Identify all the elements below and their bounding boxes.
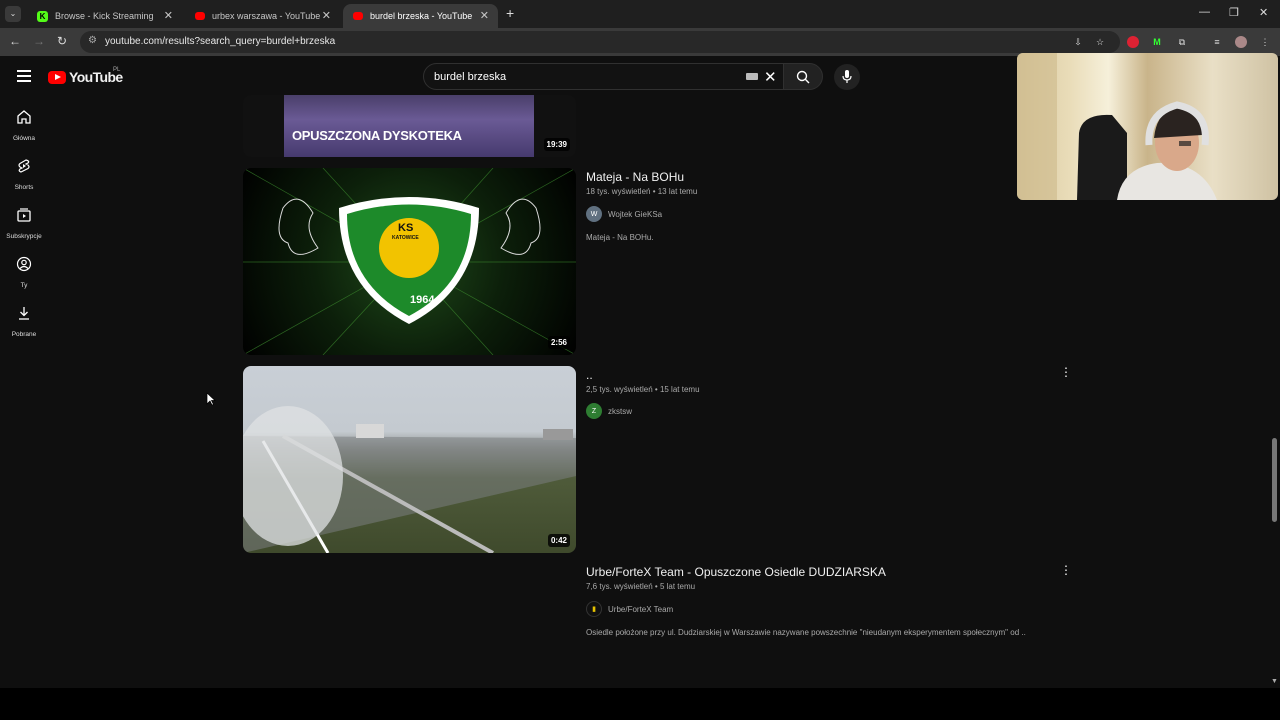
extensions-puzzle-icon[interactable]: ⧉ [1176,36,1188,48]
more-options-icon[interactable]: ⋮ [1060,563,1072,577]
tab-search-button[interactable]: ⌄ [5,6,21,22]
search-button[interactable] [783,63,823,90]
back-icon[interactable]: ← [9,34,21,48]
channel-link[interactable]: W Wojtek GieKSa [586,206,662,222]
search-query-text: burdel brzeska [434,71,507,83]
tab-urbex[interactable]: urbex warszawa - YouTube ✕ [185,4,340,28]
streamer-silhouette [1017,53,1217,200]
browser-toolbar: ← → ↻ ⚙ youtube.com/results?search_query… [0,28,1280,56]
sidebar-item-label: Główna [12,135,36,142]
channel-name: zkstsw [608,406,632,416]
tab-label: burdel brzeska - YouTube [370,11,473,21]
you-icon [16,256,32,272]
video-duration: 0:42 [547,534,570,547]
channel-name: Wojtek GieKSa [608,209,663,219]
forward-icon[interactable]: → [33,34,45,48]
scroll-down-arrow-icon[interactable]: ▼ [1271,678,1278,685]
page-scrollbar[interactable] [1270,56,1280,688]
video-title[interactable]: Mateja - Na BOHu [586,170,684,184]
extension-m-icon[interactable]: M [1151,36,1163,48]
bookmark-star-icon[interactable]: ☆ [1094,36,1106,48]
channel-avatar: Z [586,403,602,419]
site-info-icon[interactable]: ⚙ [88,35,97,46]
thumbnail-caption: OPUSZCZONA DYSKOTEKA [292,128,462,143]
channel-avatar: ▮ [586,601,602,617]
video-meta: 18 tys. wyświetleń • 13 lat temu [586,187,698,196]
video-duration: 19:39 [543,138,570,151]
window-close-icon[interactable]: ✕ [1259,6,1268,19]
sidebar-item-label: Subskrypcje [6,233,42,240]
sidebar-item-label: Ty [20,282,28,289]
video-description: Mateja - Na BOHu. [586,233,654,242]
badge-text-katowice: KATOWICE [392,235,419,241]
tab-label: Browse - Kick Streaming [55,11,154,21]
address-bar[interactable]: ⚙ youtube.com/results?search_query=burde… [80,31,1120,53]
tab-label: urbex warszawa - YouTube [212,11,321,21]
scrollbar-thumb[interactable] [1272,438,1277,522]
search-icon [796,70,810,84]
close-icon[interactable]: ✕ [480,9,489,22]
subscriptions-icon [17,208,31,222]
keyboard-icon[interactable] [746,73,758,80]
close-icon[interactable]: ✕ [164,9,173,22]
thumbnail-image: OPUSZCZONA DYSKOTEKA [284,95,534,157]
video-thumbnail[interactable]: KS KATOWICE 1964 2:56 [243,168,576,355]
channel-link[interactable]: ▮ Urbe/ForteX Team [586,601,673,617]
sidebar-item-home[interactable]: Główna [0,109,48,142]
sidebar-item-downloads[interactable]: Pobrane [0,305,48,338]
country-code: PL [113,67,121,73]
sidebar-item-subscriptions[interactable]: Subskrypcje [0,207,48,240]
extension-red-icon[interactable] [1127,36,1139,48]
youtube-logo[interactable]: YouTube [48,69,123,85]
video-meta: 2,5 tys. wyświetleń • 15 lat temu [586,385,700,394]
mouse-cursor-icon [206,392,216,406]
sidebar-item-shorts[interactable]: Shorts [0,158,48,191]
youtube-sidebar: Główna Shorts Subskrypcje Ty Pobrane [0,56,48,696]
browser-menu-icon[interactable]: ⋮ [1259,36,1271,48]
video-title[interactable]: Urbe/ForteX Team - Opuszczone Osiedle DU… [586,565,886,579]
video-meta: 7,6 tys. wyświetleń • 5 lat temu [586,582,696,591]
video-duration: 2:56 [547,336,570,349]
channel-name: Urbe/ForteX Team [608,604,674,614]
minimize-icon[interactable]: — [1199,6,1210,18]
webcam-overlay [1017,53,1278,200]
thumbnail-image [243,168,576,355]
reload-icon[interactable]: ↻ [57,34,67,48]
kick-icon: K [37,10,48,22]
voice-search-button[interactable] [834,64,860,90]
profile-avatar[interactable] [1235,36,1247,48]
sidebar-item-you[interactable]: Ty [0,256,48,289]
badge-text-ks: KS [398,222,414,234]
video-title[interactable]: .. [586,368,593,382]
browser-tab-bar: ⌄ K Browse - Kick Streaming ✕ urbex wars… [0,0,1280,28]
video-thumbnail[interactable]: OPUSZCZONA DYSKOTEKA 19:39 [243,95,576,157]
sidebar-item-label: Pobrane [11,331,37,338]
tab-burdel-brzeska[interactable]: burdel brzeska - YouTube ✕ [343,4,498,28]
url-text: youtube.com/results?search_query=burdel+… [105,36,336,47]
youtube-icon [195,12,205,20]
thumbnail-image [243,406,576,553]
search-input[interactable]: burdel brzeska ✕ [423,63,784,90]
channel-avatar: W [586,206,602,222]
video-thumbnail[interactable]: 0:42 [243,366,576,553]
sidebar-item-label: Shorts [14,184,34,191]
youtube-play-icon [48,70,66,84]
home-icon [17,110,31,124]
install-app-icon[interactable]: ⇩ [1072,36,1084,48]
downloads-icon [19,307,29,320]
clear-search-icon[interactable]: ✕ [764,68,777,86]
more-options-icon[interactable]: ⋮ [1060,365,1072,379]
restore-icon[interactable]: ❐ [1229,6,1239,19]
microphone-icon [842,70,852,83]
close-icon[interactable]: ✕ [322,9,331,22]
channel-link[interactable]: Z zkstsw [586,403,632,419]
tab-kick[interactable]: K Browse - Kick Streaming ✕ [27,4,182,28]
shorts-icon [18,159,30,173]
youtube-icon [353,12,363,20]
video-description: Osiedle położone przy ul. Dudziarskiej w… [586,628,1026,637]
media-control-icon[interactable]: ≡ [1211,36,1223,48]
badge-text-year: 1964 [410,294,435,306]
os-taskbar [0,688,1280,720]
new-tab-button[interactable]: + [506,5,514,21]
